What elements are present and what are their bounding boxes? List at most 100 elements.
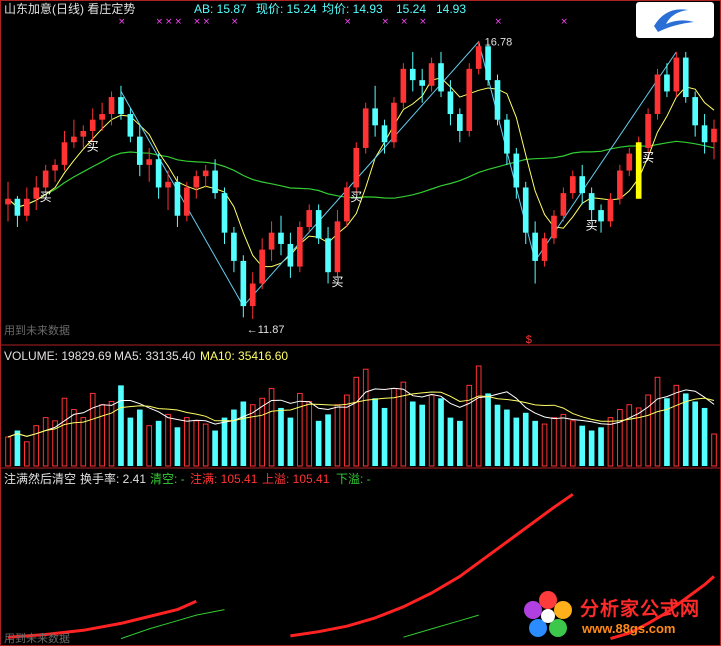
signal-x-marker: × [400,17,408,27]
volume-bar [278,407,284,466]
volume-bar [240,401,247,466]
volume-bar [24,441,30,467]
candle-body [231,232,237,261]
chart-stage: { "header": { "title": "山东加意(日线)", "indi… [0,0,721,646]
candle-body [42,170,49,188]
signal-x-marker: × [165,17,173,27]
volume-bar [635,407,642,467]
volume-bar [400,381,407,467]
buy-marker: 买 [586,218,598,232]
volume-bar [711,433,717,467]
volume-bar [654,376,661,467]
candle-body [71,136,77,143]
candle-body [362,108,369,148]
candle-body [155,159,162,188]
indicator-clear-line [120,609,225,640]
signal-x-marker: × [231,17,239,27]
candle-body [334,221,341,273]
indicator-name: 看庄定势 [87,2,136,16]
candle-body [522,187,529,233]
dollar-marker: $ [526,334,532,346]
swoosh-icon [654,9,694,32]
volume-bar [475,365,482,467]
candle-body [494,80,501,120]
indicator-clear-line [403,614,479,638]
volume-bar [541,423,548,467]
candle-body [457,114,463,131]
volume-bar [485,393,491,466]
candle-body [344,187,350,222]
candle-body [588,193,595,211]
volume-bar [174,427,181,466]
volume-bar [447,417,454,466]
signal-x-marker: × [560,17,568,27]
candle-body [108,97,115,115]
volume-bar [692,401,698,466]
candle-body [560,193,567,216]
candle-body [381,125,388,143]
candle-body [174,181,181,216]
volume-bar [296,392,303,467]
candle-body [80,130,87,137]
volume-bar [184,417,190,467]
candle-body [202,170,209,177]
candle-body [296,227,303,267]
volume-bar [701,407,708,466]
candle-body [249,283,256,307]
candle-body [654,74,661,115]
candle-body [569,176,576,194]
candle-body [645,114,651,148]
ma10-label: MA10: 35416.60 [200,349,289,363]
price-label: 现价: 15.24 [256,2,317,16]
volume-bar [146,425,153,467]
candle-body [541,238,548,261]
future-data-watermark: 用到未来数据 [4,325,70,337]
signal-x-marker: × [174,17,182,27]
volume-bar [428,394,435,467]
full-label: 注满: 105.41 [190,472,258,486]
volume-bar [504,409,510,466]
candle-body [419,80,426,86]
candle-body [532,232,538,261]
volume-bar [221,417,228,466]
turnover-label: 换手率: 2.41 [80,472,147,486]
volume-bar [353,376,360,467]
volume-bar [193,420,200,467]
candle-body [682,57,689,98]
candle-body [89,119,96,131]
volume-bar [381,407,388,466]
candle-body [315,210,322,239]
candle-body [278,232,284,244]
candle-body [598,210,604,222]
overflow-up-label: 上溢: 105.41 [262,472,330,486]
ma5-label: MA5: 33135.40 [114,349,196,363]
volume-bar [71,409,77,467]
candle-body [33,187,40,199]
candle-body [184,187,190,216]
candle-body [475,46,482,69]
volume-bar [560,413,567,467]
volume-bar [306,400,313,467]
avg-label: 均价: 14.93 [322,2,383,16]
volume-bar [334,404,341,467]
volume-bar [673,384,680,467]
volume-bar [325,414,331,466]
ab-label: AB: 15.87 [194,2,247,16]
volume-bar [344,394,350,467]
buy-marker: 买 [87,139,99,153]
volume-bar [14,430,21,466]
extra-label-1: 15.24 [396,2,427,16]
signal-x-marker: × [156,17,164,27]
signal-x-marker: × [203,17,211,27]
low-price-label: ←11.87 [247,324,285,336]
candle-body [692,97,698,126]
candle-body [165,181,171,188]
volume-bar [513,417,520,466]
volume-label: VOLUME: 19829.69 [4,349,112,363]
volume-bar [80,417,87,467]
volume-bar [588,430,595,466]
candle-body [136,136,143,165]
buy-marker: 买 [331,275,343,289]
candle-body [212,170,218,194]
stock-chart: 16.78←11.87$买买买买买买×××××××××××××× [0,0,721,646]
